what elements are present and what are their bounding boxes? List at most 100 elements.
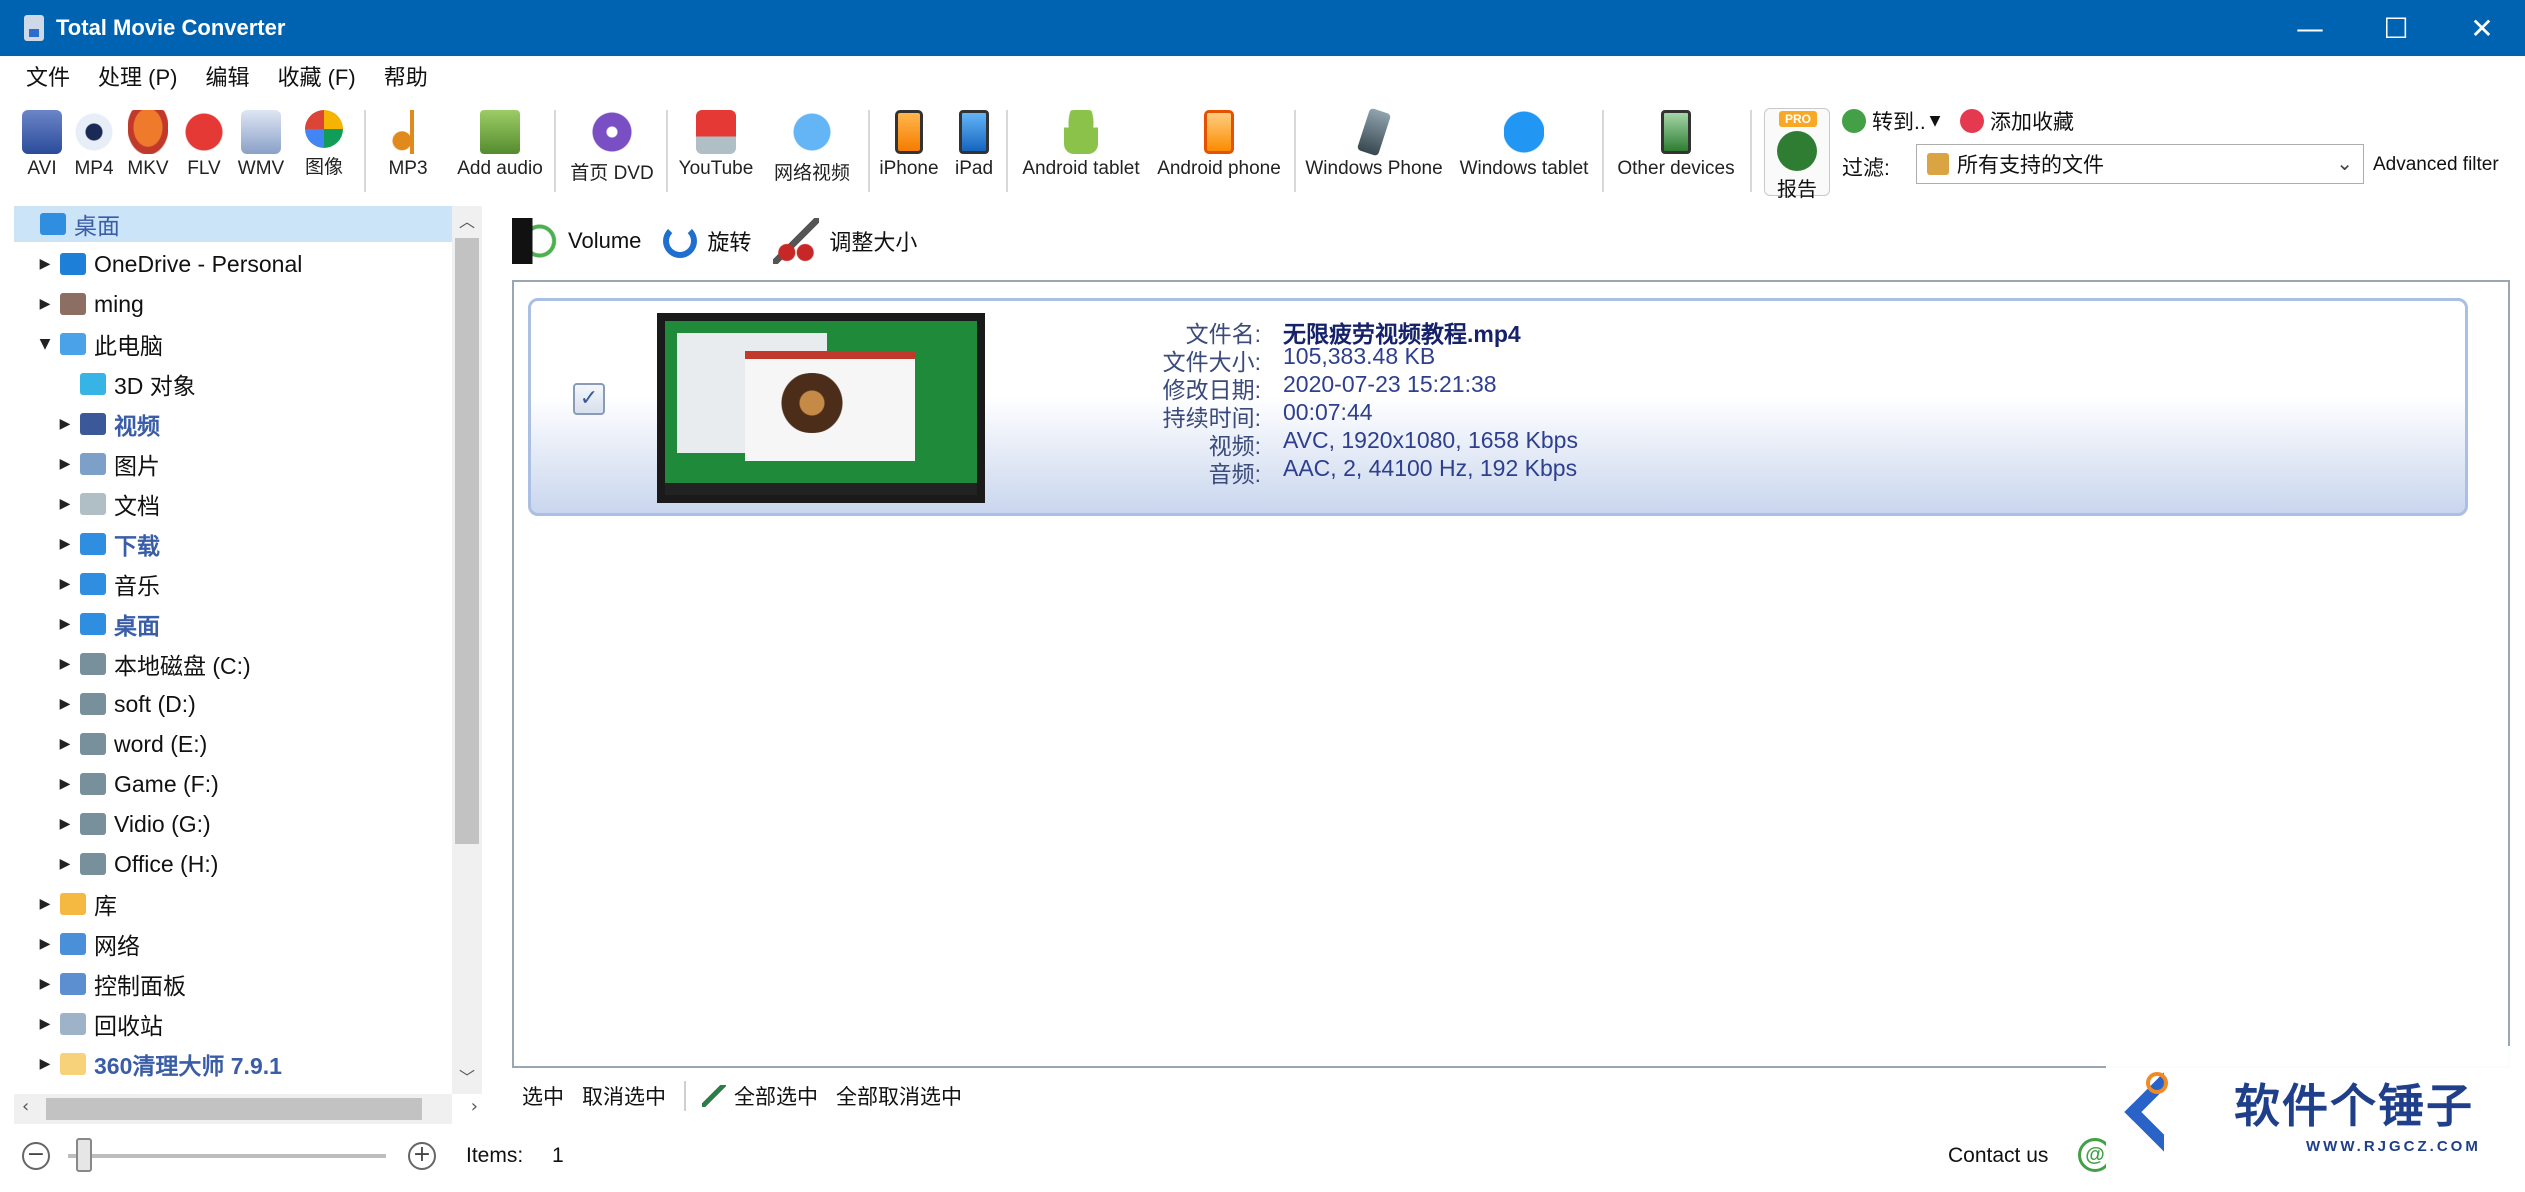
report-button[interactable]: PRO 报告 [1764,108,1830,201]
dvd-button[interactable]: 首页 DVD [566,110,658,185]
deselect-all-button[interactable]: 全部取消选中 [836,1081,962,1111]
windows-phone-button[interactable]: Windows Phone [1304,107,1444,180]
select-button[interactable]: 选中 [522,1081,564,1111]
expand-right-icon[interactable]: ▶ [34,256,56,272]
tree-item[interactable]: ▶ Game (F:) [54,766,219,802]
expand-right-icon[interactable]: ▶ [54,456,76,472]
tree-horizontal-scrollbar[interactable]: ‹ › [14,1094,478,1124]
tree-item[interactable]: ▶ 下载 [54,526,160,562]
avi-button[interactable]: AVI [20,110,64,180]
maximize-button[interactable]: ☐ [2353,0,2439,56]
tree-item[interactable]: ▶ 本地磁盘 (C:) [54,646,251,682]
expand-right-icon[interactable]: ▶ [54,736,76,752]
iphone-button[interactable]: iPhone [876,110,942,180]
file-list[interactable]: ✓ 文件名: 无限疲劳视频教程.mp4 文件大小: 105,383.48 KB … [512,280,2510,1068]
window-title: Total Movie Converter [56,15,286,40]
tree-item[interactable]: ▶ Office (H:) [54,846,219,882]
tree-item[interactable]: ▶ 回收站 [34,1006,163,1042]
tree-item[interactable]: ▶ 桌面 [54,606,160,642]
expand-right-icon[interactable]: ▶ [54,496,76,512]
contact-us-link[interactable]: Contact us [1948,1144,2048,1168]
ipad-button[interactable]: iPad [950,110,998,180]
tree-item[interactable]: ▶ soft (D:) [54,686,196,722]
tree-item[interactable]: ▶ 控制面板 [34,966,186,1002]
file-checkbox[interactable]: ✓ [573,383,605,415]
tree-item[interactable]: ▶ 网络 [34,926,140,962]
tree-item[interactable]: ▶ 库 [34,886,117,922]
expand-right-icon[interactable]: ▶ [54,576,76,592]
add-favorite-button[interactable]: 添加收藏 [1960,106,2074,136]
resize-button[interactable]: 调整大小 [773,218,917,264]
file-item[interactable]: ✓ 文件名: 无限疲劳视频教程.mp4 文件大小: 105,383.48 KB … [528,298,2468,516]
tree-item[interactable]: ▶ 360清理大师 7.9.1 [34,1046,282,1082]
expand-right-icon[interactable]: ▶ [34,296,56,312]
flv-button[interactable]: FLV [182,110,226,180]
android-phone-button[interactable]: Android phone [1156,110,1282,180]
expand-right-icon[interactable]: ▶ [34,976,56,992]
rotate-button[interactable]: 旋转 [663,224,751,258]
expand-right-icon[interactable]: ▶ [54,616,76,632]
scroll-up-icon[interactable]: ︿ [452,208,482,236]
expand-right-icon[interactable]: ▶ [54,696,76,712]
windows-tablet-button[interactable]: Windows tablet [1456,110,1592,180]
mp3-button[interactable]: MP3 [376,110,440,180]
expand-right-icon[interactable]: ▶ [54,416,76,432]
tree-item-label: ming [94,290,144,317]
expand-right-icon[interactable]: ▶ [34,1016,56,1032]
tree-item[interactable]: ▶ word (E:) [54,726,208,762]
tree-item[interactable]: ▶ 文档 [54,486,160,522]
expand-right-icon[interactable]: ▶ [34,896,56,912]
tree-item[interactable]: ▶ ming [34,286,144,322]
youtube-button[interactable]: YouTube [676,110,756,180]
expand-right-icon[interactable]: ▶ [54,536,76,552]
menu-edit[interactable]: 编辑 [193,60,261,92]
tree-item[interactable]: 3D 对象 [54,366,196,402]
other-devices-button[interactable]: Other devices [1612,110,1740,180]
download-icon [80,533,106,555]
mkv-button[interactable]: MKV [126,110,170,180]
scroll-thumb[interactable] [455,238,479,844]
scroll-left-icon[interactable]: ‹ [22,1096,29,1117]
zoom-out-icon[interactable]: − [22,1142,50,1170]
image-button[interactable]: 图像 [296,110,352,179]
tree-item[interactable]: ▶ OneDrive - Personal [34,246,303,282]
tree-item[interactable]: 桌面 [14,206,452,242]
advanced-filter-link[interactable]: Advanced filter [2373,154,2499,176]
add-audio-button[interactable]: Add audio [456,110,544,180]
expand-right-icon[interactable]: ▶ [54,776,76,792]
expand-down-icon[interactable]: ▼ [34,336,56,352]
expand-right-icon[interactable]: ▶ [54,856,76,872]
close-button[interactable]: ✕ [2439,0,2525,56]
tree-vertical-scrollbar[interactable]: ︿ ﹀ [452,206,482,1094]
expand-right-icon[interactable]: ▶ [54,656,76,672]
android-tablet-button[interactable]: Android tablet [1018,110,1144,180]
scroll-down-icon[interactable]: ﹀ [452,1064,482,1092]
expand-right-icon[interactable]: ▶ [34,936,56,952]
scroll-right-icon[interactable]: › [471,1096,478,1117]
wmv-button[interactable]: WMV [236,110,286,180]
mp4-button[interactable]: MP4 [72,110,116,180]
zoom-in-icon[interactable]: + [408,1142,436,1170]
deselect-button[interactable]: 取消选中 [582,1081,666,1111]
menu-help[interactable]: 帮助 [372,60,440,92]
menu-process[interactable]: 处理 (P) [86,60,189,92]
expand-right-icon[interactable]: ▶ [34,1056,56,1072]
expand-right-icon[interactable]: ▶ [54,816,76,832]
scroll-thumb[interactable] [46,1098,422,1120]
tree-item[interactable]: ▶ Vidio (G:) [54,806,211,842]
tree-item[interactable]: ▶ 音乐 [54,566,160,602]
volume-button[interactable]: Volume [512,218,641,264]
tree-item[interactable]: ▼ 此电脑 [34,326,163,362]
filter-select[interactable]: 所有支持的文件 ⌄ [1916,144,2364,184]
zoom-slider[interactable] [68,1154,386,1158]
tree-item[interactable]: ▶ 图片 [54,446,160,482]
zoom-slider-thumb[interactable] [76,1138,92,1172]
web-video-button[interactable]: 网络视频 [764,110,860,185]
folder-tree[interactable]: 桌面 ▶ OneDrive - Personal ▶ ming ▼ 此电脑 3D 对象 ▶ 视频 ▶… [14,206,452,1094]
menu-favorites[interactable]: 收藏 (F) [265,60,367,92]
tree-item[interactable]: ▶ 视频 [54,406,160,442]
minimize-button[interactable]: — [2267,0,2353,56]
select-all-button[interactable]: 全部选中 [734,1081,818,1111]
menu-file[interactable]: 文件 [14,60,82,92]
goto-button[interactable]: 转到.. ▼ [1842,106,1940,136]
